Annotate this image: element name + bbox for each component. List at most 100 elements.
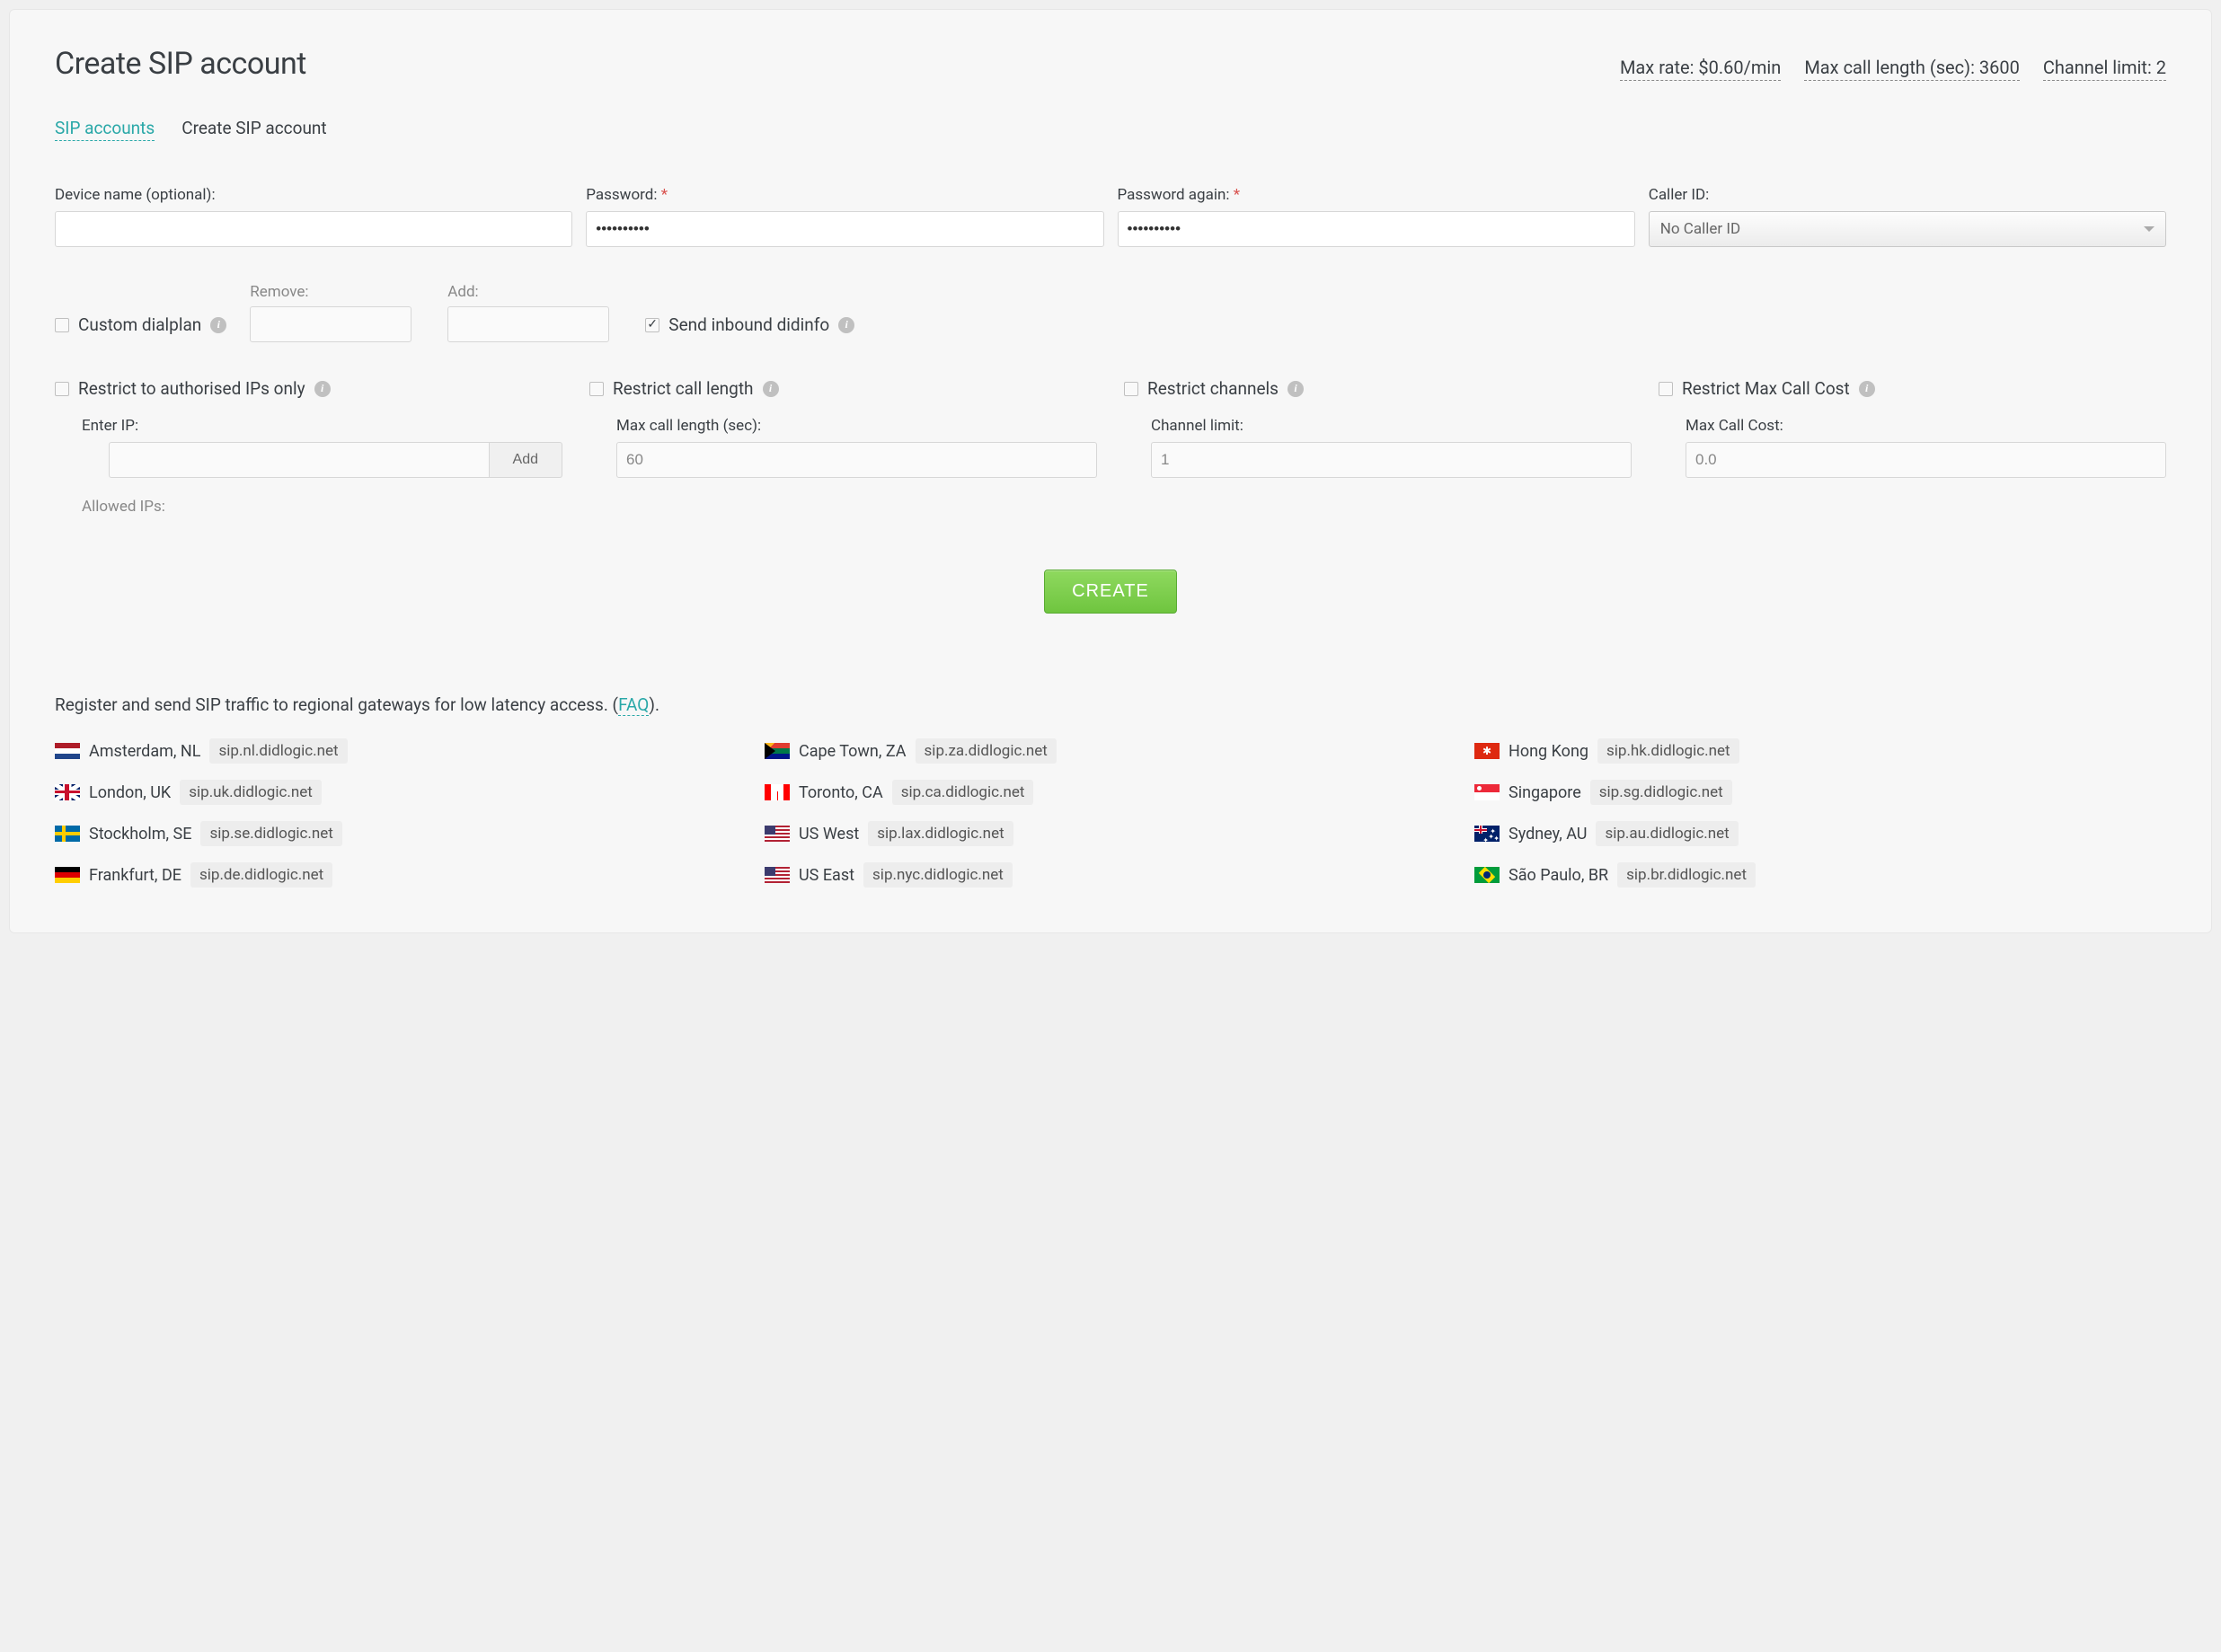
flag-icon xyxy=(55,784,80,800)
flag-icon xyxy=(55,826,80,842)
gateway-item: US Eastsip.nyc.didlogic.net xyxy=(765,862,1456,888)
gateway-item: Amsterdam, NL sip.nl.didlogic.net xyxy=(55,738,747,764)
tab-sip-accounts[interactable]: SIP accounts xyxy=(55,118,155,141)
password-label: Password: * xyxy=(586,186,1103,204)
restrict-ips-checkbox[interactable] xyxy=(55,382,69,396)
caller-id-value: No Caller ID xyxy=(1660,220,1740,238)
restrict-length-label: Restrict call length xyxy=(613,378,754,399)
gateway-grid: Amsterdam, NL sip.nl.didlogic.net Cape Tow… xyxy=(55,738,2166,888)
gateway-host: sip.se.didlogic.net xyxy=(200,821,341,846)
gateway-item: Toronto, CA sip.ca.didlogic.net xyxy=(765,780,1456,805)
gateway-host: sip.ca.didlogic.net xyxy=(892,780,1034,805)
gateway-city: Sydney, AU xyxy=(1509,825,1587,844)
info-icon[interactable]: i xyxy=(1859,381,1875,397)
gateway-item: Stockholm, SE sip.se.didlogic.net xyxy=(55,821,747,846)
max-call-length-input[interactable] xyxy=(616,442,1097,478)
gateway-city: São Paulo, BR xyxy=(1509,866,1608,885)
info-icon[interactable]: i xyxy=(763,381,779,397)
flag-icon xyxy=(1474,743,1500,759)
custom-dialplan-label: Custom dialplan xyxy=(78,314,201,335)
gateway-item: London, UK sip.uk.didlogic.net xyxy=(55,780,747,805)
gateway-host: sip.au.didlogic.net xyxy=(1596,821,1738,846)
gateway-intro: Register and send SIP traffic to regiona… xyxy=(55,694,2166,715)
max-call-length-label: Max call length (sec): xyxy=(616,417,1097,435)
flag-icon xyxy=(765,743,790,759)
gateway-host: sip.nl.didlogic.net xyxy=(209,738,347,764)
gateway-city: US West xyxy=(799,825,859,844)
password-input[interactable] xyxy=(586,211,1103,247)
page-title: Create SIP account xyxy=(55,46,306,82)
gateway-city: Hong Kong xyxy=(1509,742,1588,761)
restrict-cost-checkbox[interactable] xyxy=(1659,382,1673,396)
password-again-input[interactable] xyxy=(1118,211,1635,247)
max-call-cost-input[interactable] xyxy=(1686,442,2166,478)
create-row: CREATE xyxy=(55,570,2166,614)
caller-id-select[interactable]: No Caller ID xyxy=(1649,211,2166,247)
password-again-label: Password again: * xyxy=(1118,186,1635,204)
flag-icon xyxy=(1474,784,1500,800)
enter-ip-label: Enter IP: xyxy=(82,417,562,435)
gateway-city: Stockholm, SE xyxy=(89,825,191,844)
max-rate: Max rate: $0.60/min xyxy=(1620,57,1781,81)
gateway-host: sip.za.didlogic.net xyxy=(916,738,1057,764)
max-call-cost-label: Max Call Cost: xyxy=(1686,417,2166,435)
tabs: SIP accounts Create SIP account xyxy=(55,118,2166,141)
flag-icon xyxy=(55,867,80,883)
gateway-item: São Paulo, BRsip.br.didlogic.net xyxy=(1474,862,2166,888)
info-icon[interactable]: i xyxy=(314,381,331,397)
tab-create-sip[interactable]: Create SIP account xyxy=(181,118,326,141)
header-row: Create SIP account Max rate: $0.60/min M… xyxy=(55,46,2166,82)
info-icon[interactable]: i xyxy=(838,317,854,333)
gateway-item: Cape Town, ZA sip.za.didlogic.net xyxy=(765,738,1456,764)
dialplan-add-label: Add: xyxy=(447,283,609,301)
gateway-host: sip.hk.didlogic.net xyxy=(1597,738,1739,764)
gateway-city: London, UK xyxy=(89,783,171,802)
flag-icon xyxy=(765,867,790,883)
gateway-city: Frankfurt, DE xyxy=(89,866,181,885)
gateway-item: Singapore sip.sg.didlogic.net xyxy=(1474,780,2166,805)
dialplan-add-input[interactable] xyxy=(447,306,609,342)
flag-icon xyxy=(1474,867,1500,883)
dialplan-row: Custom dialplan i Remove: Add: Send inbo… xyxy=(55,283,2166,342)
info-icon[interactable]: i xyxy=(210,317,226,333)
form-row-main: Device name (optional): Password: * Pass… xyxy=(55,186,2166,247)
add-ip-button[interactable]: Add xyxy=(490,442,562,478)
gateway-host: sip.sg.didlogic.net xyxy=(1590,780,1732,805)
flag-icon xyxy=(1474,826,1500,842)
gateway-host: sip.uk.didlogic.net xyxy=(180,780,322,805)
gateway-item: US West sip.lax.didlogic.net xyxy=(765,821,1456,846)
enter-ip-input[interactable] xyxy=(109,442,490,478)
restrict-cost-label: Restrict Max Call Cost xyxy=(1682,378,1850,399)
flag-icon xyxy=(765,826,790,842)
main-panel: Create SIP account Max rate: $0.60/min M… xyxy=(9,9,2212,933)
send-didinfo-checkbox[interactable] xyxy=(645,318,659,332)
restrict-channels-checkbox[interactable] xyxy=(1124,382,1138,396)
faq-link[interactable]: FAQ xyxy=(618,694,649,716)
custom-dialplan-checkbox[interactable] xyxy=(55,318,69,332)
gateway-city: Amsterdam, NL xyxy=(89,742,200,761)
device-name-input[interactable] xyxy=(55,211,572,247)
gateway-city: Cape Town, ZA xyxy=(799,742,907,761)
restrict-length-checkbox[interactable] xyxy=(589,382,604,396)
allowed-ips-label: Allowed IPs: xyxy=(82,498,562,516)
dialplan-remove-label: Remove: xyxy=(250,283,411,301)
flag-icon xyxy=(765,784,790,800)
header-stats: Max rate: $0.60/min Max call length (sec… xyxy=(1620,57,2166,81)
gateway-item: Frankfurt, DEsip.de.didlogic.net xyxy=(55,862,747,888)
gateway-city: Toronto, CA xyxy=(799,783,883,802)
channel-limit-input[interactable] xyxy=(1151,442,1632,478)
create-button[interactable]: CREATE xyxy=(1044,570,1177,614)
send-didinfo-label: Send inbound didinfo xyxy=(668,314,829,335)
info-icon[interactable]: i xyxy=(1287,381,1304,397)
caller-id-label: Caller ID: xyxy=(1649,186,2166,204)
channel-limit-label: Channel limit: xyxy=(1151,417,1632,435)
gateway-item: Sydney, AU sip.au.didlogic.net xyxy=(1474,821,2166,846)
max-call-length: Max call length (sec): 3600 xyxy=(1804,57,2020,81)
flag-icon xyxy=(55,743,80,759)
dialplan-remove-input[interactable] xyxy=(250,306,411,342)
restrict-ips-label: Restrict to authorised IPs only xyxy=(78,378,305,399)
gateway-city: Singapore xyxy=(1509,783,1581,802)
chevron-down-icon xyxy=(2144,226,2155,232)
gateway-host: sip.lax.didlogic.net xyxy=(868,821,1013,846)
channel-limit: Channel limit: 2 xyxy=(2043,57,2166,81)
